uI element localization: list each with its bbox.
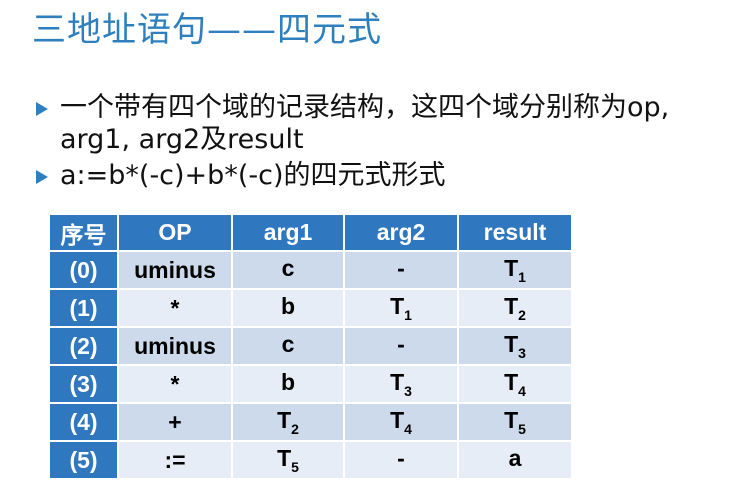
arg2-cell: T1 bbox=[345, 290, 457, 326]
idx-cell-value: (0) bbox=[69, 256, 98, 283]
bullet-item: a:=b*(-c)+b*(-c)的四元式形式 bbox=[36, 160, 716, 192]
result-cell-value: T bbox=[504, 369, 519, 395]
column-header: 序号 bbox=[50, 215, 117, 250]
op-cell-value: * bbox=[170, 294, 180, 321]
arg2-cell: - bbox=[345, 328, 457, 364]
op-cell: uminus bbox=[119, 328, 231, 364]
result-cell-subscript: 5 bbox=[518, 421, 526, 437]
op-cell: uminus bbox=[119, 252, 231, 288]
arg2-cell: T4 bbox=[345, 404, 457, 440]
result-cell-subscript: 3 bbox=[518, 345, 526, 361]
table-row: (4) + T2 T4 T5 bbox=[50, 404, 571, 440]
result-cell-value: T bbox=[504, 331, 519, 357]
table-row: (3) * b T3 T4 bbox=[50, 366, 571, 402]
idx-cell: (2) bbox=[50, 328, 117, 364]
result-cell-subscript: 4 bbox=[518, 383, 526, 399]
idx-cell: (4) bbox=[50, 404, 117, 440]
arg1-cell-value: T bbox=[277, 407, 292, 433]
arg2-cell-subscript: 4 bbox=[404, 421, 412, 437]
column-header: arg1 bbox=[233, 215, 343, 250]
idx-cell-value: (2) bbox=[69, 332, 98, 359]
bullet-list: 一个带有四个域的记录结构，这四个域分别称为op, arg1, arg2及resu… bbox=[36, 92, 716, 196]
result-cell: a bbox=[459, 442, 571, 478]
op-cell: * bbox=[119, 366, 231, 402]
arg2-cell-value: - bbox=[397, 331, 405, 357]
result-cell-subscript: 2 bbox=[518, 307, 526, 323]
page-title: 三地址语句——四元式 bbox=[32, 10, 382, 50]
idx-cell: (0) bbox=[50, 252, 117, 288]
arg2-cell: - bbox=[345, 442, 457, 478]
arg1-cell: c bbox=[233, 328, 343, 364]
column-header: OP bbox=[119, 215, 231, 250]
op-cell: := bbox=[119, 442, 231, 478]
arg1-cell: b bbox=[233, 366, 343, 402]
op-cell-value: uminus bbox=[134, 256, 216, 283]
column-header: result bbox=[459, 215, 571, 250]
table-row: (1) * b T1 T2 bbox=[50, 290, 571, 326]
bullet-text: 一个带有四个域的记录结构，这四个域分别称为op, arg1, arg2及resu… bbox=[60, 92, 670, 155]
triangle-bullet-icon bbox=[36, 170, 48, 184]
bullet-text: a:=b*(-c)+b*(-c)的四元式形式 bbox=[60, 160, 446, 191]
arg1-cell: T5 bbox=[233, 442, 343, 478]
table-header-row: 序号 OP arg1 arg2 result bbox=[50, 215, 571, 250]
op-cell-value: := bbox=[164, 446, 186, 473]
result-cell-value: a bbox=[508, 445, 522, 471]
idx-cell-value: (1) bbox=[69, 294, 98, 321]
arg2-cell: T3 bbox=[345, 366, 457, 402]
arg2-cell-value: - bbox=[397, 445, 405, 471]
arg1-cell: c bbox=[233, 252, 343, 288]
result-cell: T2 bbox=[459, 290, 571, 326]
arg2-cell-value: - bbox=[397, 255, 405, 281]
idx-cell-value: (4) bbox=[69, 408, 98, 435]
result-cell: T1 bbox=[459, 252, 571, 288]
table-row: (2) uminus c - T3 bbox=[50, 328, 571, 364]
bullet-item: 一个带有四个域的记录结构，这四个域分别称为op, arg1, arg2及resu… bbox=[36, 92, 716, 156]
op-cell-value: uminus bbox=[134, 332, 216, 359]
op-cell: + bbox=[119, 404, 231, 440]
arg1-cell-value: c bbox=[281, 331, 295, 357]
column-header: arg2 bbox=[345, 215, 457, 250]
idx-cell: (1) bbox=[50, 290, 117, 326]
arg1-cell-value: b bbox=[280, 369, 296, 395]
table-row: (0) uminus c - T1 bbox=[50, 252, 571, 288]
op-cell-value: + bbox=[168, 408, 182, 435]
result-cell-subscript: 1 bbox=[518, 269, 526, 285]
idx-cell-value: (3) bbox=[69, 370, 98, 397]
arg1-cell-subscript: 5 bbox=[291, 459, 299, 475]
arg1-cell-subscript: 2 bbox=[291, 421, 299, 437]
result-cell-value: T bbox=[504, 407, 519, 433]
arg1-cell: b bbox=[233, 290, 343, 326]
arg2-cell-value: T bbox=[390, 369, 405, 395]
op-cell: * bbox=[119, 290, 231, 326]
idx-cell-value: (5) bbox=[69, 446, 98, 473]
arg1-cell: T2 bbox=[233, 404, 343, 440]
result-cell: T3 bbox=[459, 328, 571, 364]
op-cell-value: * bbox=[170, 370, 180, 397]
result-cell: T5 bbox=[459, 404, 571, 440]
result-cell: T4 bbox=[459, 366, 571, 402]
arg1-cell-value: b bbox=[280, 293, 296, 319]
table-row: (5) := T5 - a bbox=[50, 442, 571, 478]
arg1-cell-value: c bbox=[281, 255, 295, 281]
arg1-cell-value: T bbox=[277, 445, 292, 471]
arg2-cell-value: T bbox=[390, 293, 405, 319]
arg2-cell-subscript: 1 bbox=[404, 307, 412, 323]
quadruple-table: 序号 OP arg1 arg2 result (0) uminus c - T1 (1) *… bbox=[48, 213, 573, 480]
arg2-cell-subscript: 3 bbox=[404, 383, 412, 399]
idx-cell: (5) bbox=[50, 442, 117, 478]
result-cell-value: T bbox=[504, 293, 519, 319]
result-cell-value: T bbox=[504, 255, 519, 281]
arg2-cell-value: T bbox=[390, 407, 405, 433]
arg2-cell: - bbox=[345, 252, 457, 288]
triangle-bullet-icon bbox=[36, 102, 48, 116]
idx-cell: (3) bbox=[50, 366, 117, 402]
